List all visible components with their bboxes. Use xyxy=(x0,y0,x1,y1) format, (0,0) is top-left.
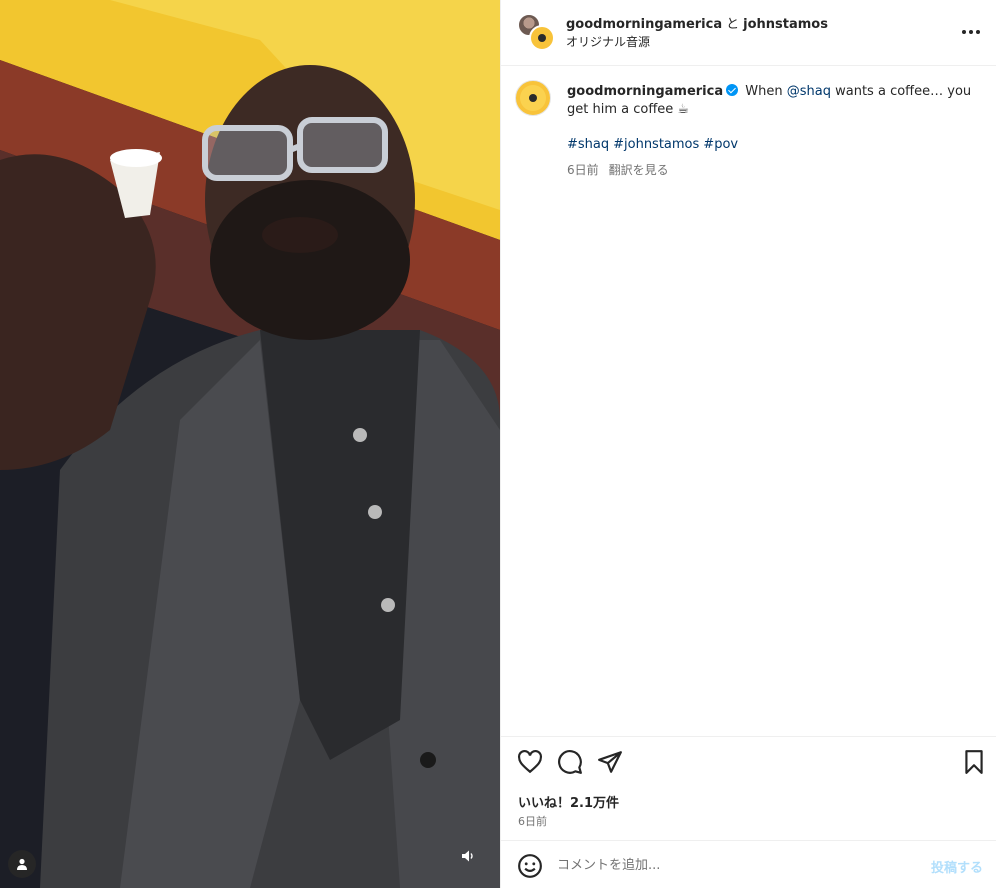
coffee-emoji: ☕ xyxy=(677,102,690,117)
user-icon xyxy=(17,858,27,870)
audio-link[interactable]: オリジナル音源 xyxy=(566,33,650,50)
hashtag-link[interactable]: #pov xyxy=(703,137,738,152)
caption-body-start: When xyxy=(745,84,783,99)
post-details-panel: goodmorningamerica と johnstamos オリジナル音源 go… xyxy=(500,0,996,888)
action-bar: いいね！2.1万件 6日前 xyxy=(501,736,996,840)
post-media[interactable] xyxy=(0,0,500,888)
verified-badge-icon xyxy=(726,84,739,96)
more-options-button[interactable] xyxy=(959,20,983,44)
tagged-users-button[interactable] xyxy=(8,850,36,878)
author-link[interactable]: goodmorningamerica xyxy=(566,17,722,32)
collaborator-link[interactable]: johnstamos xyxy=(743,17,828,32)
heart-icon[interactable] xyxy=(517,749,543,775)
post-authors: goodmorningamerica と johnstamos xyxy=(566,13,828,32)
comment-bar: 投稿する xyxy=(501,840,996,888)
hashtag-list: #shaq #johnstamos #pov xyxy=(567,137,742,152)
collab-avatars[interactable] xyxy=(517,13,555,51)
caption-age[interactable]: 6日前 xyxy=(567,163,599,177)
speaker-icon xyxy=(462,850,473,862)
paper-plane-icon[interactable] xyxy=(597,749,623,775)
hashtag-link[interactable]: #johnstamos xyxy=(613,137,699,152)
video-frame xyxy=(0,0,500,888)
post-header: goodmorningamerica と johnstamos オリジナル音源 xyxy=(501,0,996,66)
more-dot xyxy=(969,30,973,34)
like-count[interactable]: いいね！2.1万件 xyxy=(518,792,619,811)
post-date[interactable]: 6日前 xyxy=(518,813,547,829)
smiley-icon[interactable] xyxy=(517,853,543,879)
mention-link[interactable]: @shaq xyxy=(787,84,831,99)
caption-avatar[interactable] xyxy=(515,80,551,116)
more-dot xyxy=(976,30,980,34)
translate-link[interactable]: 翻訳を見る xyxy=(609,163,669,177)
comment-input[interactable] xyxy=(557,854,897,876)
caption-username[interactable]: goodmorningamerica xyxy=(567,84,723,99)
caption-text: goodmorningamerica When @shaq wants a co… xyxy=(567,83,977,119)
post-comment-button[interactable]: 投稿する xyxy=(931,857,983,876)
hashtag-link[interactable]: #shaq xyxy=(567,137,609,152)
author-connector: と xyxy=(726,17,740,32)
mute-button[interactable] xyxy=(454,842,482,870)
gma-logo xyxy=(520,85,546,111)
more-dots-icon xyxy=(962,30,966,34)
avatar-goodmorningamerica[interactable] xyxy=(529,25,555,51)
caption-meta: 6日前 翻訳を見る xyxy=(567,161,669,178)
bookmark-icon[interactable] xyxy=(961,749,987,775)
comment-icon[interactable] xyxy=(557,749,583,775)
